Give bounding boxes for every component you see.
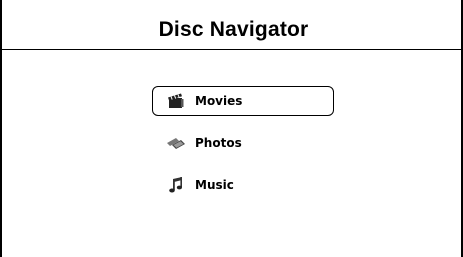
disc-navigator-menu: Movies Photos Music [152, 86, 334, 212]
clapperboard-icon [165, 91, 187, 111]
menu-item-music[interactable]: Music [152, 170, 334, 200]
menu-item-photos[interactable]: Photos [152, 128, 334, 158]
page-title: Disc Navigator [158, 18, 309, 41]
title-bar: Disc Navigator [2, 0, 463, 50]
menu-item-label: Photos [195, 136, 242, 150]
screen-frame: Disc Navigator Movies Photos Music [0, 0, 463, 257]
music-note-icon [165, 175, 187, 195]
menu-item-label: Movies [195, 94, 243, 108]
menu-item-movies[interactable]: Movies [152, 86, 334, 116]
menu-item-label: Music [195, 178, 234, 192]
photos-icon [165, 133, 187, 153]
